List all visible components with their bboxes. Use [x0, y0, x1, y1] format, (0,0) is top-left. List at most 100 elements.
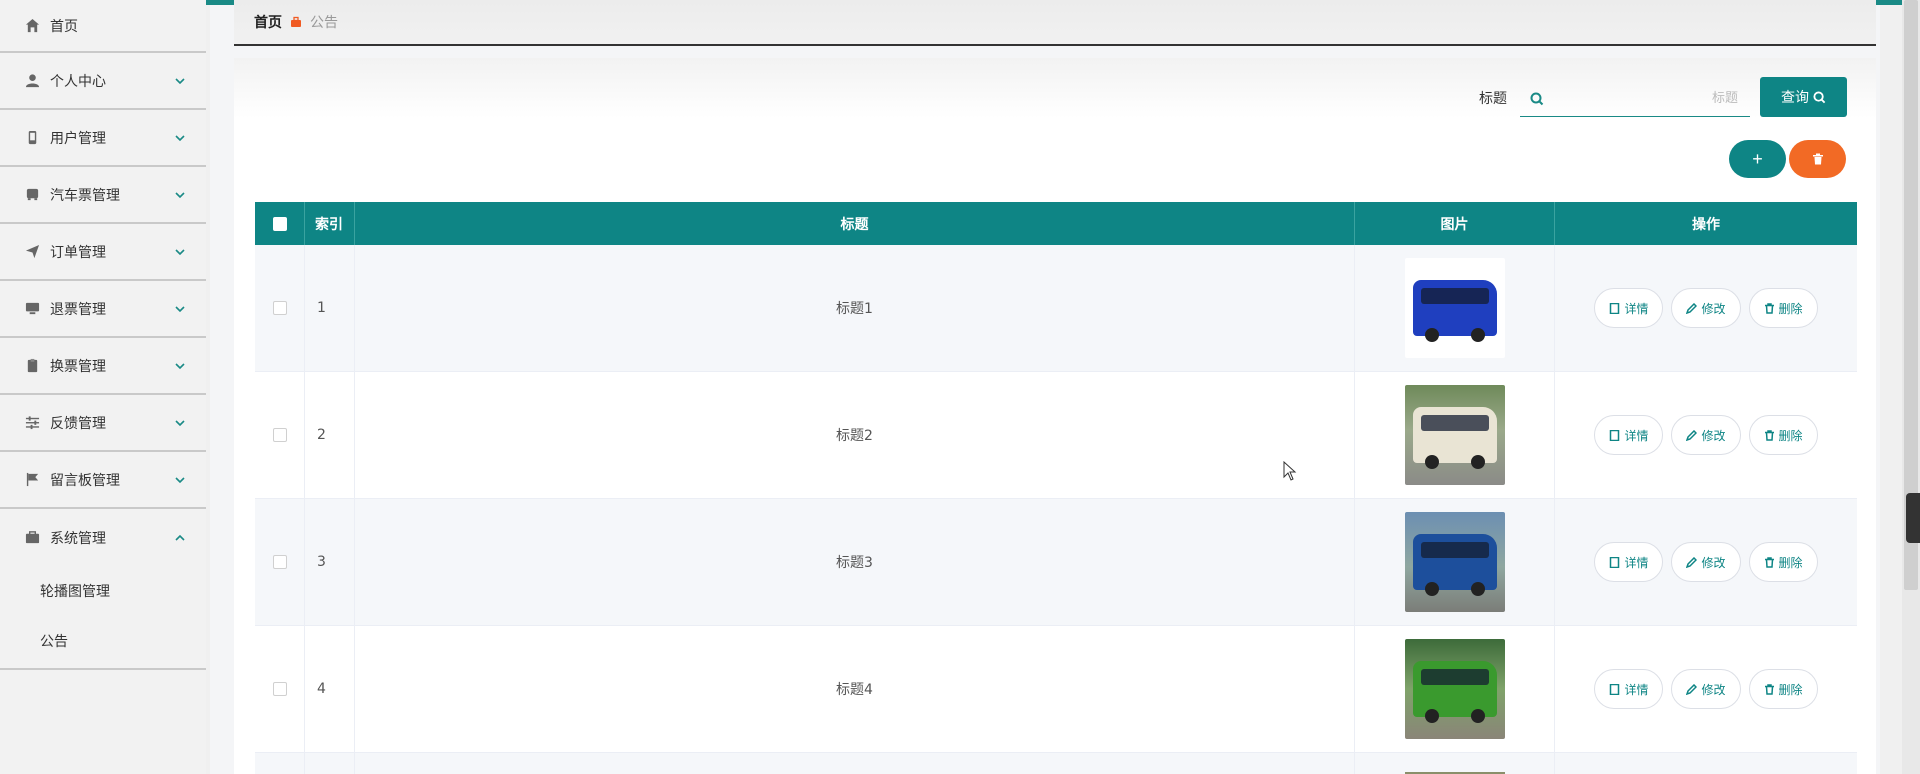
row-actions	[1555, 753, 1857, 774]
bag-icon	[290, 16, 302, 28]
sidebar-item-label: 留言板管理	[50, 472, 120, 489]
row-image-cell	[1355, 372, 1555, 498]
header-image: 图片	[1355, 202, 1555, 245]
detail-button-label: 详情	[1624, 555, 1649, 570]
header-checkbox-cell	[255, 202, 305, 245]
clipboard-icon	[24, 358, 40, 374]
delete-button-label: 删除	[1778, 682, 1803, 697]
edit-button-label: 修改	[1701, 428, 1726, 443]
row-checkbox[interactable]	[272, 428, 287, 442]
row-checkbox[interactable]	[272, 682, 287, 696]
header-actions: 操作	[1692, 216, 1720, 233]
document-icon	[1610, 302, 1620, 314]
detail-button-label: 详情	[1624, 301, 1649, 316]
chevron-down-icon	[174, 474, 186, 486]
row-checkbox-cell	[255, 372, 305, 498]
document-icon	[1610, 429, 1620, 441]
sidebar-item-feedback-management[interactable]: 反馈管理	[0, 395, 206, 452]
row-title: 标题4	[355, 626, 1355, 752]
sidebar-item-message-board-management[interactable]: 留言板管理	[0, 452, 206, 509]
sidebar-item-user-management[interactable]: 用户管理	[0, 110, 206, 167]
side-tab[interactable]	[1906, 493, 1920, 543]
edit-button[interactable]: 修改	[1671, 669, 1741, 709]
row-actions: 详情 修改 删除	[1555, 626, 1857, 752]
table-row: 3 标题3 详情 修改 删除	[255, 499, 1857, 626]
trash-icon	[1764, 683, 1774, 695]
row-index: 4	[305, 626, 355, 752]
bus-image	[1404, 512, 1505, 612]
breadcrumb-home[interactable]: 首页	[254, 12, 282, 32]
detail-button[interactable]: 详情	[1594, 288, 1664, 328]
row-index: 3	[305, 499, 355, 625]
sliders-icon	[24, 415, 40, 431]
sidebar-submenu: 轮播图管理 公告	[0, 566, 206, 670]
sidebar-item-refund-management[interactable]: 退票管理	[0, 281, 206, 338]
breadcrumb: 首页 公告	[234, 0, 1876, 46]
sidebar-item-order-management[interactable]: 订单管理	[0, 224, 206, 281]
edit-button-label: 修改	[1701, 682, 1726, 697]
chevron-down-icon	[174, 303, 186, 315]
add-button[interactable]: +	[1729, 140, 1786, 178]
row-actions: 详情 修改 删除	[1555, 372, 1857, 498]
edit-button[interactable]: 修改	[1671, 288, 1741, 328]
row-checkbox-cell	[255, 753, 305, 774]
bus-image	[1404, 258, 1505, 358]
query-button[interactable]: 查询	[1760, 77, 1847, 117]
sidebar-item-label: 用户管理	[50, 130, 106, 147]
sidebar-item-home[interactable]: 首页	[0, 0, 206, 53]
sidebar-item-bus-ticket-management[interactable]: 汽车票管理	[0, 167, 206, 224]
sidebar-subitem-carousel[interactable]: 轮播图管理	[0, 566, 206, 616]
row-title-cell	[355, 753, 1355, 774]
row-checkbox-cell	[255, 499, 305, 625]
home-icon	[24, 18, 40, 34]
search-input[interactable]	[1550, 83, 1738, 113]
delete-button[interactable]: 删除	[1748, 669, 1818, 709]
chevron-down-icon	[174, 132, 186, 144]
edit-button[interactable]: 修改	[1671, 415, 1741, 455]
delete-button[interactable]: 删除	[1748, 288, 1818, 328]
row-index: 1	[305, 245, 355, 371]
sidebar-item-label: 订单管理	[50, 244, 106, 261]
sidebar-subitem-announcement[interactable]: 公告	[0, 616, 206, 666]
select-all-checkbox[interactable]	[272, 216, 287, 231]
pencil-icon	[1686, 556, 1698, 568]
pencil-icon	[1686, 683, 1698, 695]
row-checkbox-cell	[255, 626, 305, 752]
sidebar-item-system-management[interactable]: 系统管理	[0, 509, 206, 566]
detail-button-label: 详情	[1624, 682, 1649, 697]
row-index-cell	[305, 753, 355, 774]
edit-button-label: 修改	[1701, 555, 1726, 570]
row-checkbox-cell	[255, 245, 305, 371]
search-icon	[1813, 90, 1826, 103]
bus-image	[1404, 385, 1505, 485]
flag-icon	[24, 472, 40, 488]
trash-icon	[1764, 302, 1774, 314]
chevron-down-icon	[174, 246, 186, 258]
delete-button[interactable]: 删除	[1748, 542, 1818, 582]
row-index: 2	[305, 372, 355, 498]
row-image-cell	[1355, 245, 1555, 371]
trash-icon	[1764, 556, 1774, 568]
bus-image	[1404, 639, 1505, 739]
detail-button[interactable]: 详情	[1594, 669, 1664, 709]
table-body: 1 标题1 详情 修改 删除 2 标题2 详情 修改 删除 3 标题3 详情 修…	[255, 245, 1857, 774]
detail-button[interactable]: 详情	[1594, 542, 1664, 582]
row-title: 标题2	[355, 372, 1355, 498]
row-checkbox[interactable]	[272, 301, 287, 315]
bus-icon	[24, 187, 40, 203]
search-label: 标题	[1479, 91, 1507, 107]
search-box	[1520, 80, 1750, 117]
detail-button[interactable]: 详情	[1594, 415, 1664, 455]
table-row	[255, 753, 1857, 774]
row-checkbox[interactable]	[272, 555, 287, 569]
edit-button[interactable]: 修改	[1671, 542, 1741, 582]
sidebar: 首页 个人中心 用户管理 汽车票管理 订单管理 退票管理 换票管理 反馈管理 留…	[0, 0, 206, 774]
sidebar-item-label: 退票管理	[50, 301, 106, 318]
table-row: 2 标题2 详情 修改 删除	[255, 372, 1857, 499]
batch-delete-button[interactable]	[1789, 140, 1846, 178]
sidebar-item-label: 个人中心	[50, 73, 106, 90]
delete-button[interactable]: 删除	[1748, 415, 1818, 455]
sidebar-item-personal-center[interactable]: 个人中心	[0, 53, 206, 110]
plus-icon: +	[1752, 148, 1763, 169]
sidebar-item-exchange-management[interactable]: 换票管理	[0, 338, 206, 395]
